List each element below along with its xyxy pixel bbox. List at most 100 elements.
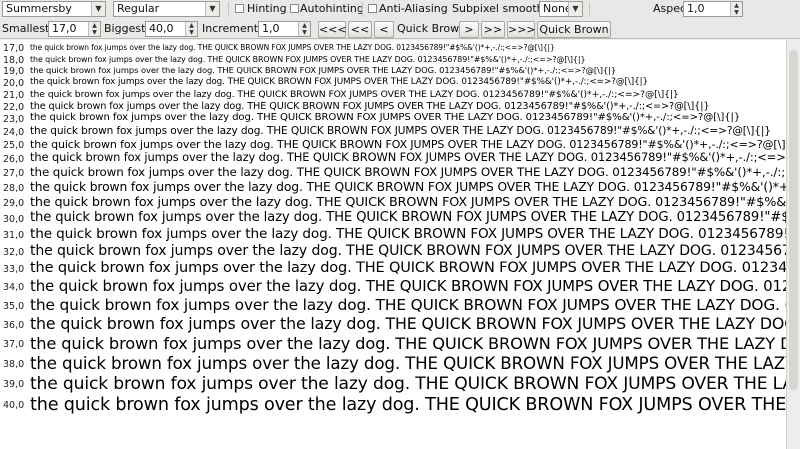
aspect-field[interactable]: 1,0 ▲ ▼ — [683, 1, 743, 17]
sample-text: the quick brown fox jumps over the lazy … — [30, 165, 800, 180]
size-label: 26,0 — [3, 153, 25, 165]
next-button[interactable]: > — [459, 21, 479, 38]
sample-text: the quick brown fox jumps over the lazy … — [30, 352, 800, 373]
preview-row: 40,0 the quick brown fox jumps over the l… — [0, 395, 800, 416]
increment-label: Increment: — [202, 22, 262, 35]
preview-row: 21,0 the quick brown fox jumps over the l… — [0, 88, 800, 101]
toolbar-top: Summersby ▼ Regular ▼ Hinting Autohintin… — [0, 0, 800, 20]
vertical-scrollbar[interactable] — [786, 40, 800, 449]
sample-text: the quick brown fox jumps over the lazy … — [30, 65, 617, 76]
subpixel-select[interactable]: None ▼ — [539, 1, 583, 17]
preview-row: 38,0 the quick brown fox jumps over the l… — [0, 352, 800, 374]
preview-row: 31,0 the quick brown fox jumps over the l… — [0, 226, 800, 242]
autohinting-checkbox[interactable] — [290, 4, 299, 13]
size-label: 20,0 — [3, 78, 25, 90]
sample-text: the quick brown fox jumps over the lazy … — [30, 150, 800, 165]
preview-row: 32,0 the quick brown fox jumps over the l… — [0, 243, 800, 260]
hinting-checkbox[interactable] — [235, 4, 244, 13]
chevron-down-icon: ▼ — [91, 2, 105, 16]
preview-row: 18,0 the quick brown fox jumps over the l… — [0, 54, 800, 66]
spin-arrows-icon[interactable]: ▲ ▼ — [185, 22, 197, 36]
preview-row: 27,0 the quick brown fox jumps over the l… — [0, 165, 800, 179]
sample-text-label[interactable]: Quick Brown — [397, 22, 466, 36]
sample-text: the quick brown fox jumps over the lazy … — [30, 77, 648, 88]
size-label: 30,0 — [3, 213, 25, 225]
size-label: 34,0 — [3, 282, 25, 294]
biggest-field[interactable]: 40,0 ▲ ▼ — [145, 21, 198, 37]
first-button[interactable]: <<< — [318, 21, 347, 38]
sample-text: the quick brown fox jumps over the lazy … — [30, 100, 710, 112]
spin-arrows-icon[interactable]: ▲ ▼ — [298, 22, 310, 36]
size-label: 36,0 — [3, 319, 25, 331]
preview-row: 17,0 the quick brown fox jumps over the l… — [0, 42, 800, 55]
sample-text: the quick brown fox jumps over the lazy … — [30, 124, 771, 137]
size-label: 23,0 — [3, 113, 25, 125]
aspect-value: 1,0 — [687, 2, 705, 15]
sample-text: the quick brown fox jumps over the lazy … — [30, 260, 800, 277]
size-label: 39,0 — [3, 379, 25, 391]
next-double-button[interactable]: >> — [481, 21, 505, 38]
anti-aliasing-checkbox[interactable] — [368, 4, 377, 13]
size-label: 17,0 — [3, 43, 25, 55]
size-label: 33,0 — [3, 264, 25, 276]
preview-row: 19,0 the quick brown fox jumps over the l… — [0, 65, 800, 78]
preview-row: 34,0 the quick brown fox jumps over the l… — [0, 276, 800, 296]
sample-text: the quick brown fox jumps over the lazy … — [30, 88, 679, 100]
separator — [228, 2, 229, 17]
biggest-label: Biggest: — [104, 22, 150, 35]
preview-row: 24,0 the quick brown fox jumps over the l… — [0, 124, 800, 138]
sample-text: the quick brown fox jumps over the lazy … — [30, 210, 800, 226]
preview-row: 23,0 the quick brown fox jumps over the l… — [0, 112, 800, 124]
size-label: 29,0 — [3, 197, 25, 209]
size-label: 40,0 — [3, 400, 25, 412]
preview-row: 20,0 the quick brown fox jumps over the l… — [0, 77, 800, 90]
separator — [362, 2, 363, 17]
preview-row: 28,0 the quick brown fox jumps over the l… — [0, 180, 800, 195]
spin-arrows-icon[interactable]: ▲ ▼ — [730, 2, 742, 16]
preview-row: 26,0 the quick brown fox jumps over the l… — [0, 150, 800, 165]
sample-text: the quick brown fox jumps over the lazy … — [30, 295, 800, 314]
sample-text: the quick brown fox jumps over the lazy … — [30, 394, 800, 415]
size-label: 19,0 — [3, 66, 25, 78]
last-button[interactable]: >>> — [507, 21, 536, 38]
sample-text: the quick brown fox jumps over the lazy … — [30, 54, 586, 64]
chevron-down-icon: ▼ — [568, 2, 582, 16]
sample-text: the quick brown fox jumps over the lazy … — [30, 373, 800, 394]
style-select[interactable]: Regular ▼ — [113, 1, 220, 17]
preview-row: 25,0 the quick brown fox jumps over the l… — [0, 138, 800, 151]
size-label: 24,0 — [3, 126, 25, 138]
smallest-label: Smallest: — [2, 22, 54, 35]
sample-text: the quick brown fox jumps over the lazy … — [30, 243, 800, 260]
spin-arrows-icon[interactable]: ▲ ▼ — [88, 22, 100, 36]
preview-row: 35,0 the quick brown fox jumps over the l… — [0, 296, 800, 314]
chevron-down-icon: ▼ — [205, 2, 219, 16]
font-family-select[interactable]: Summersby ▼ — [2, 1, 106, 17]
preview-row: 36,0 the quick brown fox jumps over the l… — [0, 314, 800, 334]
sample-text: the quick brown fox jumps over the lazy … — [30, 137, 800, 151]
sample-text: the quick brown fox jumps over the lazy … — [30, 179, 800, 194]
increment-value: 1,0 — [262, 22, 280, 35]
scrollbar-thumb[interactable] — [789, 50, 798, 390]
sample-text: the quick brown fox jumps over the lazy … — [30, 276, 800, 295]
size-label: 38,0 — [3, 358, 25, 370]
biggest-value: 40,0 — [149, 22, 174, 35]
sample-text: the quick brown fox jumps over the lazy … — [30, 112, 741, 124]
size-label: 37,0 — [3, 338, 25, 350]
style-value: Regular — [117, 2, 160, 15]
size-label: 35,0 — [3, 300, 25, 312]
size-label: 21,0 — [3, 89, 25, 101]
hinting-label: Hinting — [247, 2, 287, 15]
sample-text: the quick brown fox jumps over the lazy … — [30, 226, 800, 243]
smallest-field[interactable]: 17,0 ▲ ▼ — [48, 21, 101, 37]
quick-brown-button[interactable]: Quick Brown — [537, 21, 611, 38]
size-label: 22,0 — [3, 101, 25, 113]
autohinting-label: Autohinting — [300, 2, 364, 15]
increment-field[interactable]: 1,0 ▲ ▼ — [258, 21, 311, 37]
size-label: 25,0 — [3, 139, 25, 151]
size-label: 32,0 — [3, 246, 25, 258]
sample-text: the quick brown fox jumps over the lazy … — [30, 43, 555, 52]
prev-button[interactable]: < — [374, 21, 394, 38]
size-label: 28,0 — [3, 182, 25, 194]
prev-double-button[interactable]: << — [348, 21, 372, 38]
sample-text: the quick brown fox jumps over the lazy … — [30, 333, 800, 353]
